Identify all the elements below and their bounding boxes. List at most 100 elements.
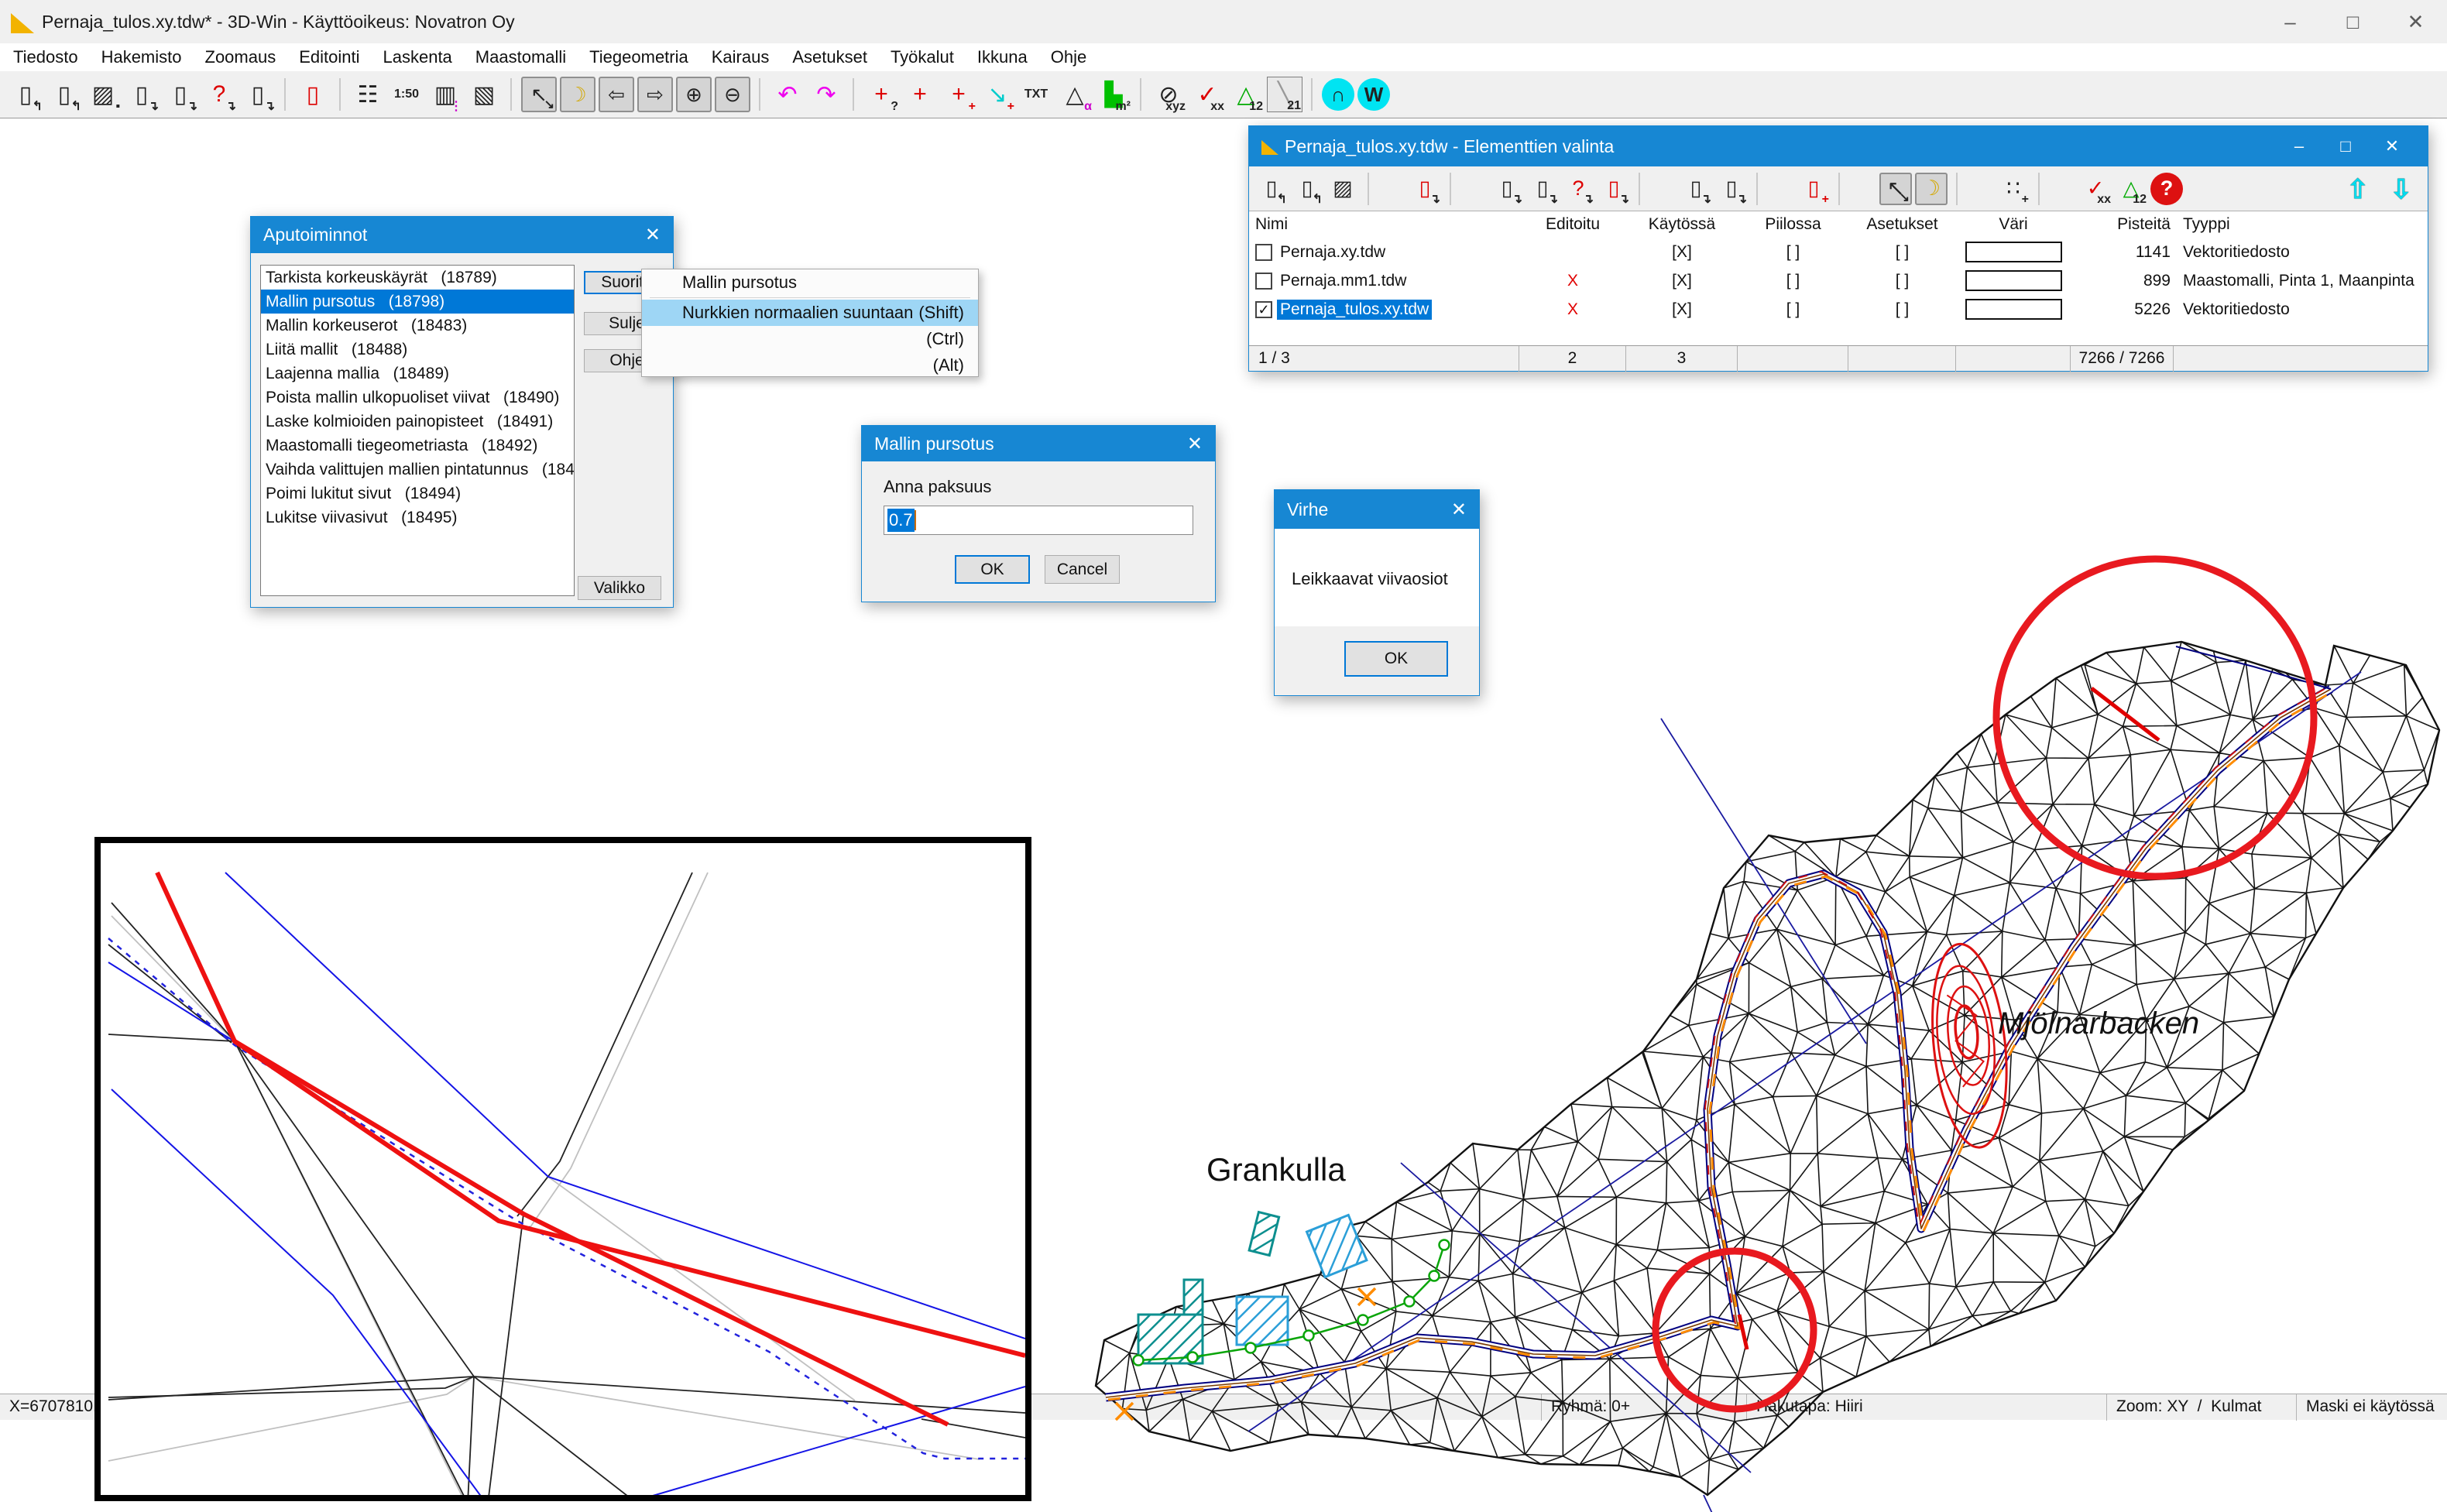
ok-button[interactable]: OK xyxy=(1344,641,1448,677)
triangle-count-icon[interactable]: △ 12 xyxy=(2115,173,2147,205)
plot-settings-icon[interactable]: ▥ ⋮ xyxy=(427,77,463,112)
aputoiminnot-titlebar[interactable]: Aputoiminnot ✕ xyxy=(251,217,673,253)
table-row[interactable]: Pernaja.xy.tdw [X] [ ] [ ] 1141 Vektorit… xyxy=(1249,238,2428,266)
text-icon[interactable]: TXT xyxy=(1018,77,1054,112)
close-button[interactable]: ✕ xyxy=(2369,136,2415,156)
zoom-out-icon[interactable]: ⊖ xyxy=(715,77,750,112)
point-info-icon[interactable]: + ? xyxy=(863,77,899,112)
menu-item[interactable]: Tiegeometria xyxy=(578,43,700,71)
web-icon[interactable]: W xyxy=(1357,78,1390,111)
fit-screen-icon[interactable]: ↖ ↘ xyxy=(521,77,557,112)
separator[interactable] xyxy=(1368,173,1400,205)
separator[interactable] xyxy=(1838,173,1871,205)
aputoiminnot-item[interactable]: Tarkista korkeuskäyrät (18789) xyxy=(261,266,574,290)
scatter-points-icon[interactable]: ∷ + xyxy=(1997,173,2030,205)
hatch-file-icon[interactable]: ▧ xyxy=(466,77,502,112)
triangle-count-icon[interactable]: △ 12 xyxy=(1228,77,1264,112)
read-file-plus-icon[interactable]: ▯ ↰ xyxy=(46,77,82,112)
separator[interactable] xyxy=(1450,173,1482,205)
separator[interactable] xyxy=(1956,173,1989,205)
redraw-icon[interactable]: ☽ xyxy=(1915,173,1948,205)
read-hatch-icon[interactable]: ▨ xyxy=(1326,173,1359,205)
add-point-icon[interactable]: + xyxy=(902,77,938,112)
separator[interactable] xyxy=(284,78,287,111)
cell-kaytossa[interactable]: [X] xyxy=(1626,300,1738,319)
aputoiminnot-item[interactable]: Lukitse viivasivut (18495) xyxy=(261,506,574,530)
aputoiminnot-item[interactable]: Liitä mallit (18488) xyxy=(261,338,574,362)
write-copy-icon[interactable]: ▯ ↴ xyxy=(1526,173,1559,205)
valikko-button[interactable]: Valikko xyxy=(578,576,661,600)
fit-screen-icon[interactable]: ↖ ↘ xyxy=(1879,173,1912,205)
zoom-prev-icon[interactable]: ⇦ xyxy=(599,77,634,112)
column-header-tyyppi[interactable]: Tyyppi xyxy=(2174,215,2428,234)
write-file-icon[interactable]: ▯ ↴ xyxy=(1491,173,1523,205)
separator[interactable] xyxy=(1311,78,1313,111)
minimize-button[interactable]: – xyxy=(2259,0,2322,43)
write-query-icon[interactable]: ? ↴ xyxy=(201,77,237,112)
cell-kaytossa[interactable]: [X] xyxy=(1626,243,1738,262)
close-icon[interactable]: ✕ xyxy=(1451,499,1467,521)
minimize-button[interactable]: – xyxy=(2276,136,2322,156)
menu-item[interactable]: Kairaus xyxy=(700,43,781,71)
file-manager-icon[interactable]: ▯ xyxy=(295,77,331,112)
redraw-icon[interactable]: ☽ xyxy=(560,77,595,112)
maximize-button[interactable]: □ xyxy=(2322,136,2369,156)
write-file-plus-icon[interactable]: ▯ ↴ xyxy=(1409,173,1441,205)
menu-item[interactable]: Hakemisto xyxy=(90,43,194,71)
aputoiminnot-item[interactable]: Poista mallin ulkopuoliset viivat (18490… xyxy=(261,386,574,410)
separator[interactable] xyxy=(2038,173,2071,205)
menu-item[interactable]: Ohje xyxy=(1039,43,1098,71)
save-second-icon[interactable]: ▯ ↴ xyxy=(1715,173,1748,205)
read-file-icon[interactable]: ▯ ↰ xyxy=(8,77,43,112)
new-file-icon[interactable]: ▯ + xyxy=(1797,173,1830,205)
menu-item[interactable]: Asetukset xyxy=(781,43,879,71)
xyz-icon[interactable]: ⊘ xyz xyxy=(1151,77,1186,112)
paksuus-input[interactable]: 0.7 xyxy=(884,506,1193,535)
cell-kaytossa[interactable]: [X] xyxy=(1626,272,1738,290)
row-checkbox[interactable] xyxy=(1255,273,1272,290)
cell-piilossa[interactable]: [ ] xyxy=(1738,300,1848,319)
menu-item[interactable]: Tiedosto xyxy=(2,43,90,71)
column-header-vari[interactable]: Väri xyxy=(1956,215,2071,234)
read-file-plus-icon[interactable]: ▯ ↰ xyxy=(1291,173,1323,205)
read-hatch-icon[interactable]: ▨ ▪ xyxy=(85,77,121,112)
element-window-titlebar[interactable]: Pernaja_tulos.xy.tdw - Elementtien valin… xyxy=(1249,126,2428,166)
read-file-icon[interactable]: ▯ ↰ xyxy=(1255,173,1288,205)
separator[interactable] xyxy=(339,78,341,111)
menu-item[interactable]: Työkalut xyxy=(879,43,966,71)
column-header-pisteita[interactable]: Pisteitä xyxy=(2071,215,2174,234)
menu-item[interactable]: Editointi xyxy=(287,43,371,71)
write-copy-icon[interactable]: ▯ ↴ xyxy=(163,77,198,112)
cell-asetukset[interactable]: [ ] xyxy=(1848,243,1956,262)
cell-asetukset[interactable]: [ ] xyxy=(1848,300,1956,319)
column-header-nimi[interactable]: Nimi xyxy=(1249,215,1519,234)
column-header-editoitu[interactable]: Editoitu xyxy=(1519,215,1626,234)
aputoiminnot-item[interactable]: Mallin korkeuserot (18483) xyxy=(261,314,574,338)
column-header-kaytossa[interactable]: Käytössä xyxy=(1626,215,1738,234)
menu-item[interactable]: Ikkuna xyxy=(966,43,1039,71)
area-icon[interactable]: ▙ m² xyxy=(1096,77,1131,112)
undo-icon[interactable]: ↶ xyxy=(770,77,805,112)
aputoiminnot-item[interactable]: Poimi lukitut sivut (18494) xyxy=(261,482,574,506)
aputoiminnot-item[interactable]: Vaihda valittujen mallien pintatunnus (1… xyxy=(261,458,574,482)
context-menu-item[interactable]: (Ctrl) xyxy=(642,326,978,352)
inset-zoom-window[interactable] xyxy=(94,837,1031,1501)
cell-asetukset[interactable]: [ ] xyxy=(1848,272,1956,290)
row-checkbox[interactable] xyxy=(1255,301,1272,318)
write-one-icon[interactable]: ▯ ↴ xyxy=(240,77,276,112)
write-query-icon[interactable]: ? ↴ xyxy=(1562,173,1594,205)
profile-triangle-icon[interactable]: △ α xyxy=(1057,77,1093,112)
table-row[interactable]: Pernaja_tulos.xy.tdw X [X] [ ] [ ] 5226 … xyxy=(1249,295,2428,324)
separator[interactable] xyxy=(1140,78,1142,111)
aputoiminnot-item[interactable]: Laajenna mallia (18489) xyxy=(261,362,574,386)
support-icon[interactable]: ∩ xyxy=(1322,78,1354,111)
column-header-piilossa[interactable]: Piilossa xyxy=(1738,215,1848,234)
check-points-icon[interactable]: ✓ xx xyxy=(2079,173,2112,205)
scale-icon[interactable]: 1:50 xyxy=(389,77,424,112)
move-up-icon[interactable]: ⇧ xyxy=(2347,174,2370,205)
cell-piilossa[interactable]: [ ] xyxy=(1738,272,1848,290)
close-button[interactable]: ✕ xyxy=(2384,0,2447,43)
cancel-button[interactable]: Cancel xyxy=(1045,555,1120,584)
table-row[interactable]: Pernaja.mm1.tdw X [X] [ ] [ ] 899 Maasto… xyxy=(1249,266,2428,295)
context-menu-header[interactable]: Mallin pursotus xyxy=(642,269,978,296)
